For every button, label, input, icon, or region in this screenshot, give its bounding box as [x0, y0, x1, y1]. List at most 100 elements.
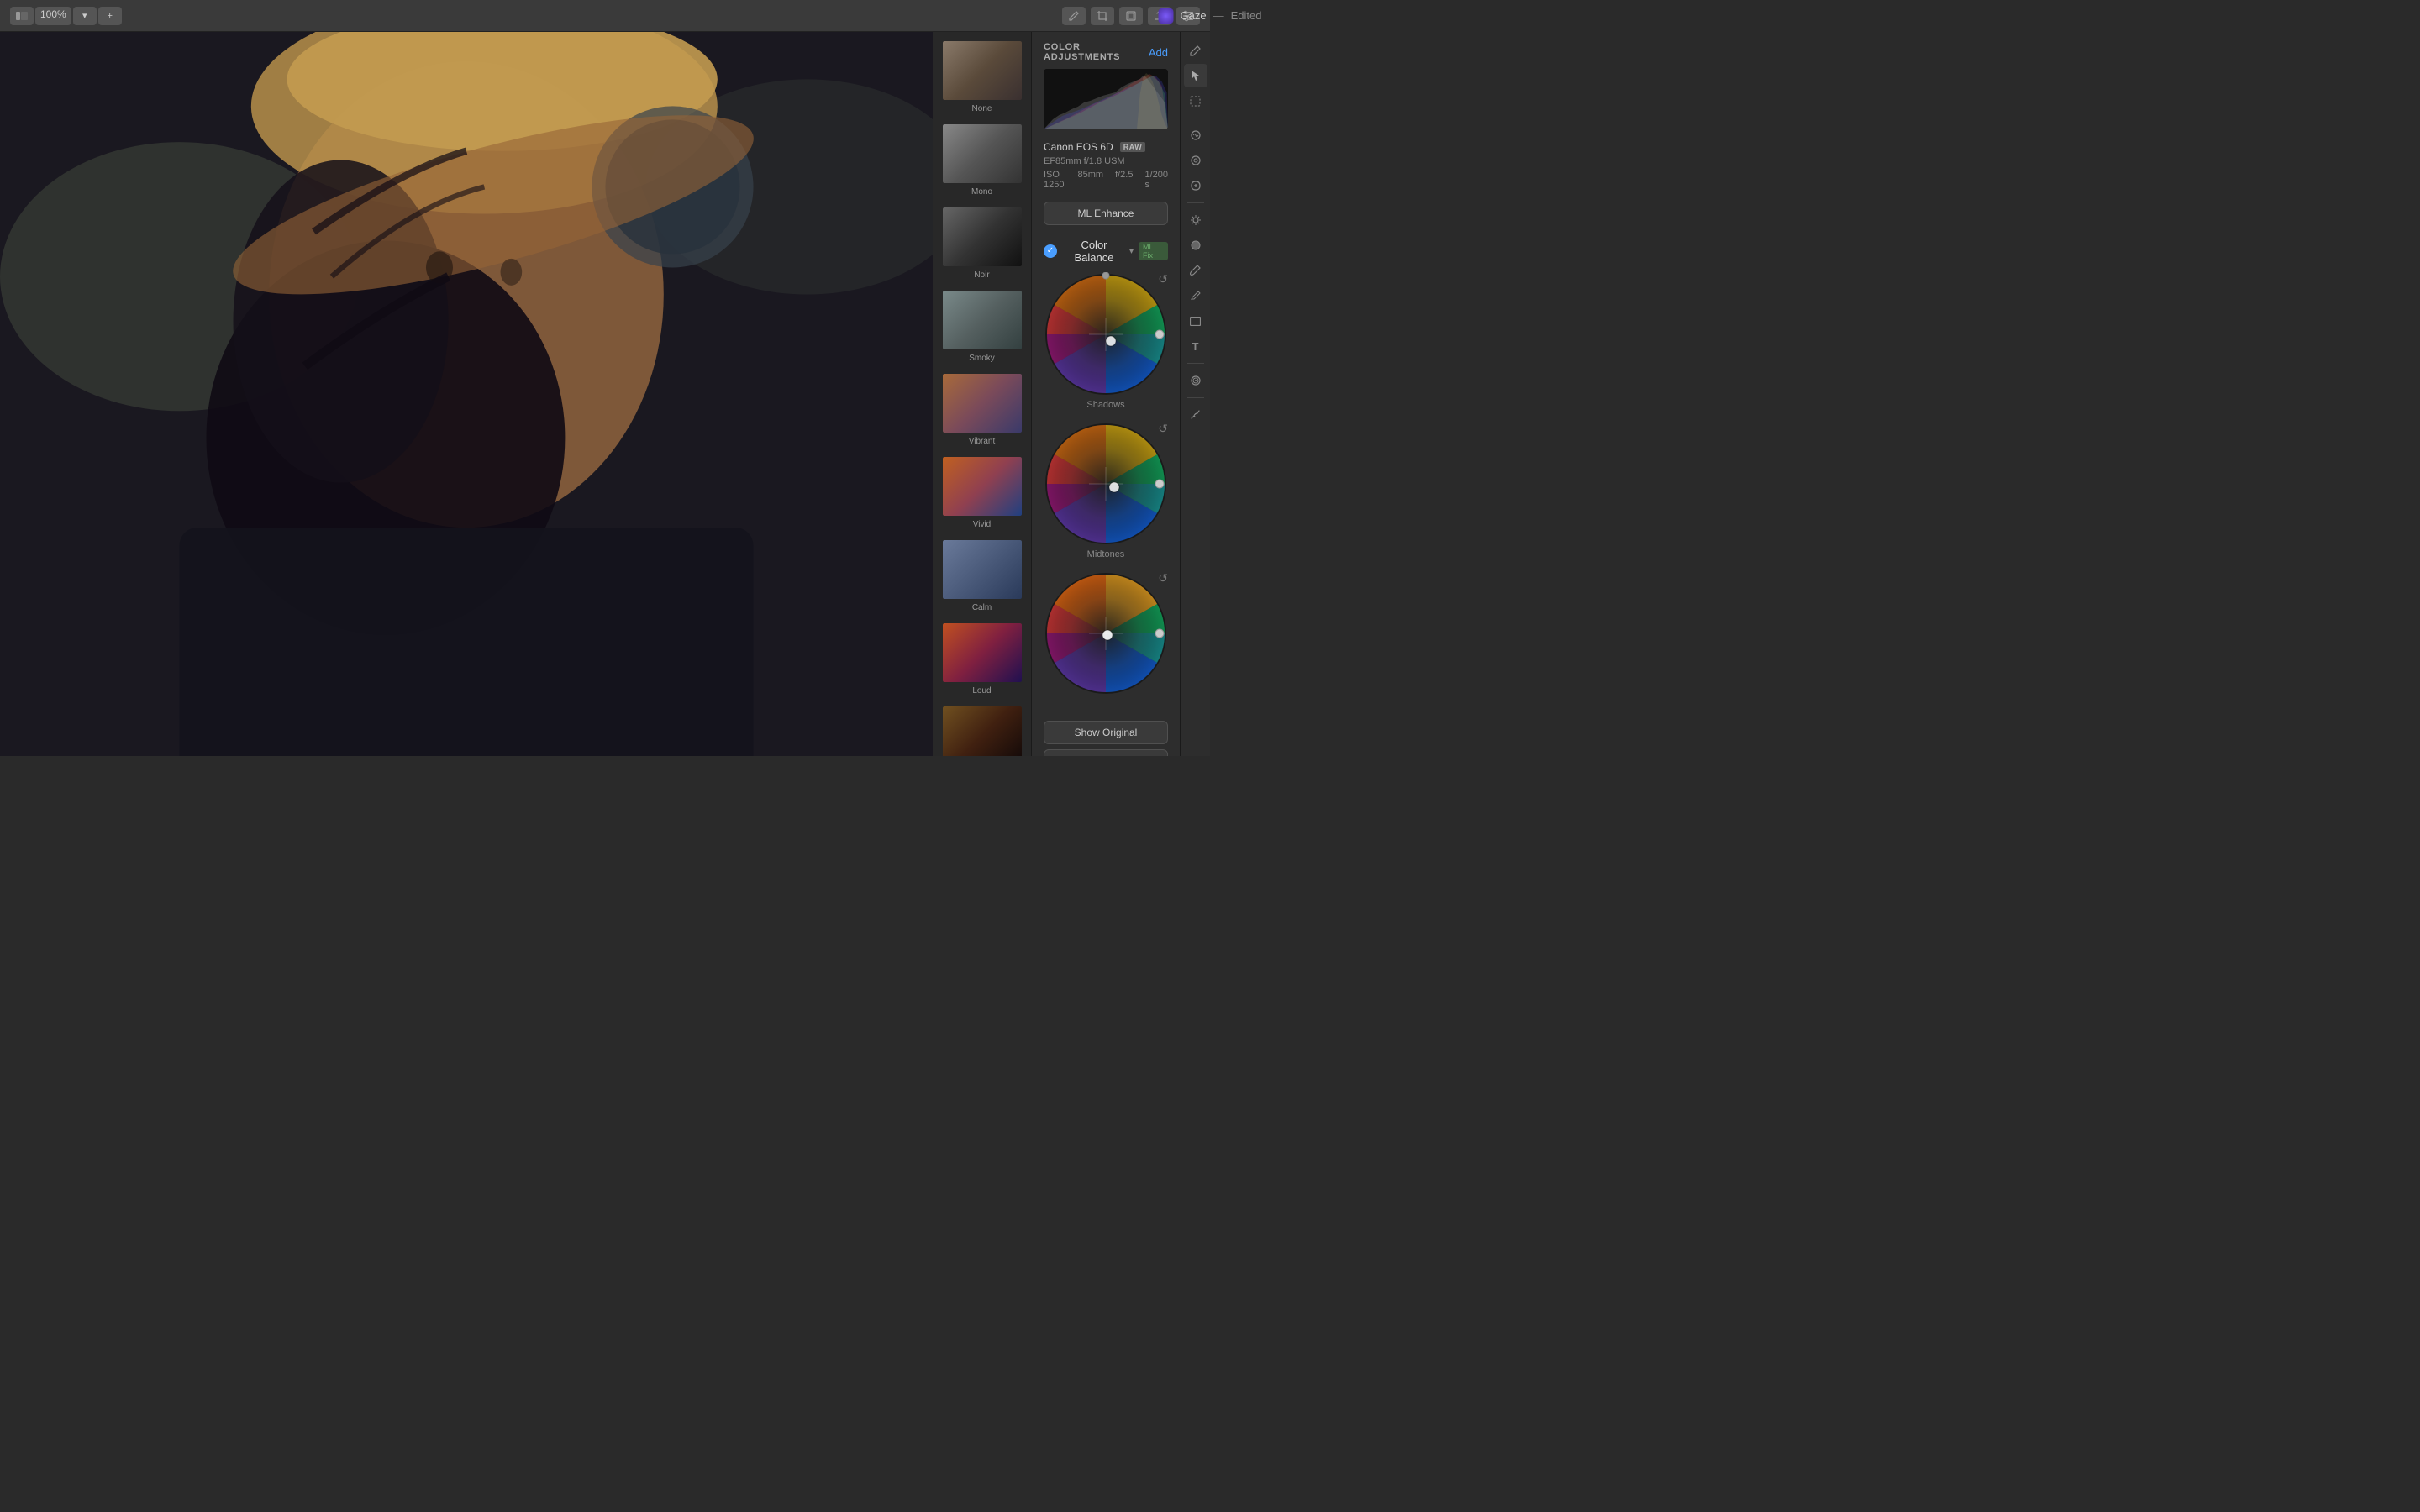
reset-adjustments-button[interactable]: Reset Adjustments	[1044, 749, 1168, 756]
highlights-reset-button[interactable]: ↺	[1158, 571, 1168, 585]
panel-title: COLOR ADJUSTMENTS	[1044, 42, 1149, 62]
preset-label-calm: Calm	[972, 603, 992, 612]
titlebar: 100% ▾ + Gaze — Edited	[0, 0, 1210, 32]
photo-display	[0, 32, 933, 756]
preset-loud[interactable]: Loud	[933, 617, 1031, 701]
clone-tool-button[interactable]	[1184, 149, 1207, 172]
select-tool-button[interactable]	[1184, 89, 1207, 113]
crop-tool-button[interactable]	[1091, 7, 1114, 25]
preset-label-vibrant: Vibrant	[969, 437, 996, 446]
aperture-value: f/2.5	[1115, 170, 1133, 190]
ml-enhance-button[interactable]: ML Enhance	[1044, 202, 1168, 225]
portrait-overlay	[0, 32, 933, 756]
preset-thumb-calm	[942, 539, 1023, 600]
draw-tool-button[interactable]	[1184, 39, 1207, 62]
filmstrip: None Mono Noir Smoky	[933, 32, 1032, 756]
midtones-color-wheel[interactable]	[1044, 422, 1168, 546]
camera-model: Canon EOS 6D	[1044, 141, 1113, 153]
preset-thumb-none	[942, 40, 1023, 101]
frame-tool-button[interactable]	[1119, 7, 1143, 25]
rectangle-tool-button[interactable]	[1184, 309, 1207, 333]
preset-thumb-loud	[942, 622, 1023, 683]
zoom-dropdown-button[interactable]: ▾	[73, 7, 97, 25]
add-adjustment-button[interactable]: Add	[1149, 46, 1168, 59]
extra-tool-button[interactable]	[1184, 403, 1207, 427]
exposure-tool-button[interactable]	[1184, 208, 1207, 232]
color-wheels-section: ↺	[1032, 269, 1180, 714]
shadows-color-wheel[interactable]	[1044, 272, 1168, 396]
histogram	[1044, 69, 1168, 129]
toolbar-divider-2	[1187, 202, 1204, 203]
lens-info: EF85mm f/1.8 USM	[1044, 156, 1168, 166]
highlights-color-wheel[interactable]	[1044, 571, 1168, 696]
photo-canvas[interactable]	[0, 32, 933, 756]
filter-tool-button[interactable]	[1184, 123, 1207, 147]
right-panel: None Mono Noir Smoky	[933, 32, 1210, 756]
preset-label-none: None	[972, 104, 992, 113]
text-tool-button[interactable]: T	[1184, 334, 1207, 358]
pen-tool-button[interactable]	[1062, 7, 1086, 25]
focal-value: 85mm	[1078, 170, 1104, 190]
preset-label-mono: Mono	[971, 187, 992, 197]
zoom-controls: 100% ▾ +	[10, 7, 122, 25]
color-balance-check[interactable]: ✓	[1044, 244, 1057, 258]
toolbar-divider-4	[1187, 397, 1204, 398]
shadows-reset-button[interactable]: ↺	[1158, 272, 1168, 286]
main-content: None Mono Noir Smoky	[0, 32, 1210, 756]
preset-vivid[interactable]: Vivid	[933, 451, 1031, 534]
preset-none[interactable]: None	[933, 35, 1031, 118]
titlebar-center: Gaze — Edited	[1159, 8, 1262, 24]
highlights-wheel-container: ↺	[1044, 571, 1168, 696]
exif-row: ISO 1250 85mm f/2.5 1/200 s	[1044, 170, 1168, 190]
shutter-value: 1/200 s	[1144, 170, 1168, 190]
midtones-wheel-container: ↺	[1044, 422, 1168, 559]
pencil-tool-button[interactable]	[1184, 284, 1207, 307]
preset-label-noir: Noir	[974, 270, 989, 280]
preset-calm[interactable]: Calm	[933, 534, 1031, 617]
preset-thumb-vivid	[942, 456, 1023, 517]
zoom-in-button[interactable]: +	[98, 7, 122, 25]
color-balance-header: ✓ Color Balance ▾ ML Fix	[1032, 234, 1180, 269]
adjustments-panel: COLOR ADJUSTMENTS Add	[1032, 32, 1180, 756]
preset-thumb-smoky	[942, 290, 1023, 350]
color-balance-title-button[interactable]: Color Balance ▾	[1062, 239, 1134, 264]
titlebar-left: 100% ▾ +	[10, 7, 122, 25]
preset-label-loud: Loud	[972, 686, 991, 696]
camera-info: Canon EOS 6D RAW EF85mm f/1.8 USM ISO 12…	[1032, 136, 1180, 198]
preset-smoky[interactable]: Smoky	[933, 285, 1031, 368]
preset-thumb-noir	[942, 207, 1023, 267]
dropdown-chevron-icon: ▾	[1129, 247, 1134, 256]
color-circle-button[interactable]	[1184, 234, 1207, 257]
cursor-tool-button[interactable]	[1184, 64, 1207, 87]
preset-thumb-vibrant	[942, 373, 1023, 433]
bottom-actions: Show Original Reset Adjustments	[1032, 714, 1180, 756]
right-toolbar: T	[1180, 32, 1210, 756]
shadows-label: Shadows	[1086, 400, 1124, 410]
midtones-reset-button[interactable]: ↺	[1158, 422, 1168, 436]
shadows-wheel-container: ↺	[1044, 272, 1168, 410]
midtones-label: Midtones	[1087, 549, 1125, 559]
preset-thumb-dramatic	[942, 706, 1023, 756]
preset-mono[interactable]: Mono	[933, 118, 1031, 202]
show-original-button[interactable]: Show Original	[1044, 721, 1168, 744]
panel-toggle-button[interactable]	[10, 7, 34, 25]
brush-tool-button[interactable]	[1184, 259, 1207, 282]
iso-value: ISO 1250	[1044, 170, 1066, 190]
app-logo	[1159, 8, 1174, 24]
zoom-display[interactable]: 100%	[35, 7, 71, 25]
stamp-tool-button[interactable]	[1184, 369, 1207, 392]
title-separator: —	[1213, 9, 1224, 22]
raw-badge: RAW	[1120, 142, 1146, 152]
toolbar-divider-3	[1187, 363, 1204, 364]
preset-label-smoky: Smoky	[969, 354, 995, 363]
preset-vibrant[interactable]: Vibrant	[933, 368, 1031, 451]
spot-heal-button[interactable]	[1184, 174, 1207, 197]
preset-thumb-mono	[942, 123, 1023, 184]
panel-header: COLOR ADJUSTMENTS Add	[1032, 32, 1180, 69]
preset-noir[interactable]: Noir	[933, 202, 1031, 285]
camera-model-row: Canon EOS 6D RAW	[1044, 141, 1168, 153]
edit-status: Edited	[1231, 9, 1262, 22]
ml-fix-badge: ML Fix	[1139, 242, 1168, 260]
preset-dramatic[interactable]: Dramatic	[933, 701, 1031, 756]
app-name: Gaze	[1181, 9, 1207, 22]
